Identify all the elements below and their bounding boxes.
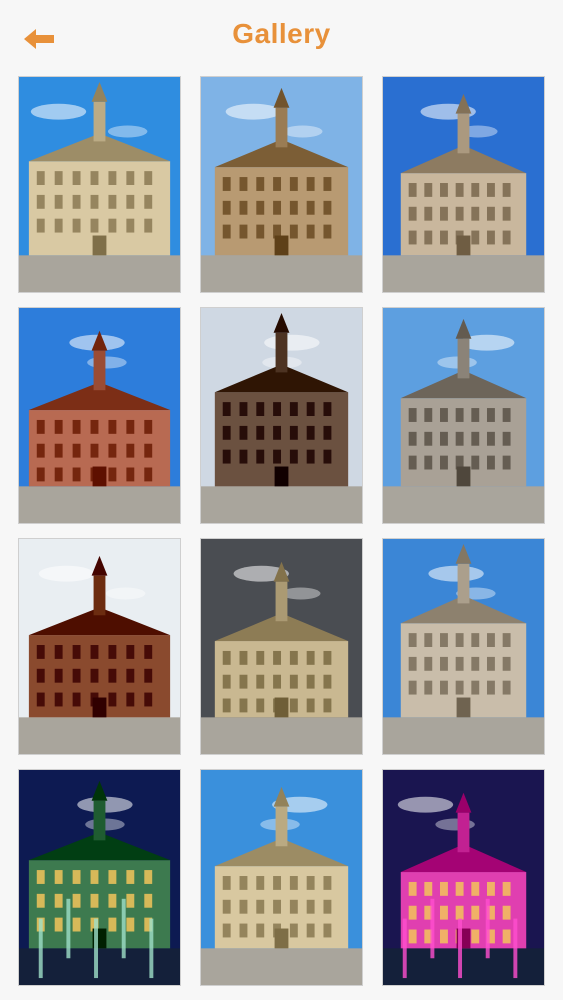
photo-image — [201, 308, 362, 523]
photo-image — [201, 539, 362, 754]
photo-image — [19, 770, 180, 985]
photo-image — [19, 308, 180, 523]
photo-image — [201, 770, 362, 985]
gallery-photo-cafe-terrace[interactable] — [18, 538, 181, 755]
gallery-photo-statue-fountain-night[interactable] — [18, 769, 181, 986]
gallery-photo-church-tower-sign[interactable] — [382, 307, 545, 524]
gallery-photo-narrow-street-timber-tower[interactable] — [200, 307, 363, 524]
page-title: Gallery — [232, 18, 331, 49]
photo-image — [19, 77, 180, 292]
gallery-photo-carousel-fountain[interactable] — [382, 76, 545, 293]
photo-image — [201, 77, 362, 292]
gallery-photo-city-hall-day[interactable] — [18, 76, 181, 293]
photo-image — [383, 308, 544, 523]
photo-image — [383, 539, 544, 754]
gallery-photo-gothic-church[interactable] — [382, 538, 545, 755]
gallery-photo-city-hall-storm[interactable] — [200, 538, 363, 755]
gallery-photo-town-square-street[interactable] — [200, 76, 363, 293]
gallery-photo-fountain-lights-night[interactable] — [382, 769, 545, 986]
photo-grid — [18, 76, 545, 986]
photo-image — [383, 770, 544, 985]
photo-image — [19, 539, 180, 754]
photo-image — [383, 77, 544, 292]
gallery-photo-city-hall-square[interactable] — [200, 769, 363, 986]
app-header: Gallery — [0, 0, 563, 72]
gallery-photo-half-timbered-houses[interactable] — [18, 307, 181, 524]
